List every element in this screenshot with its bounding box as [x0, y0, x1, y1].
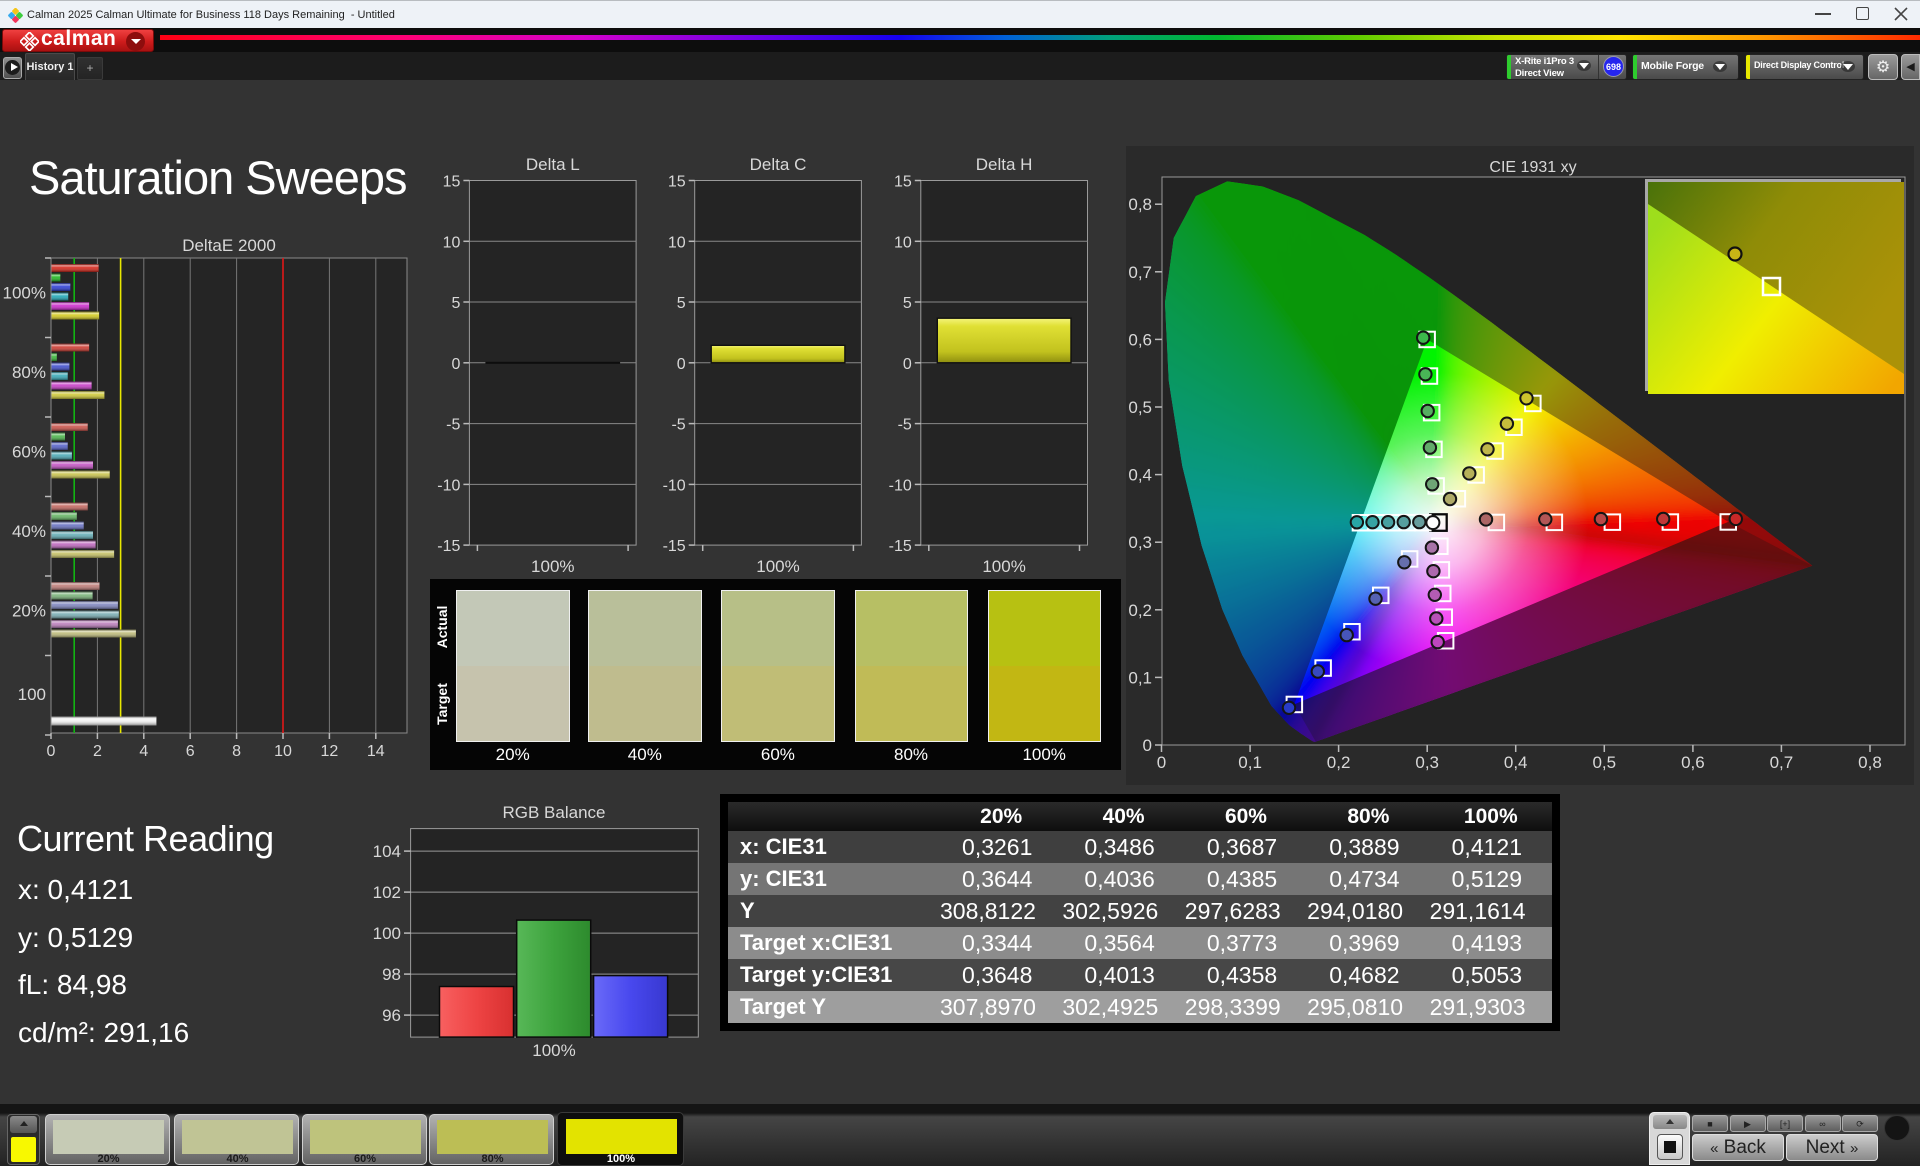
svg-text:0: 0 — [1157, 753, 1166, 772]
svg-text:Delta H: Delta H — [976, 155, 1033, 174]
svg-text:0,8: 0,8 — [1858, 753, 1882, 772]
svg-text:0,3: 0,3 — [1128, 533, 1152, 552]
svg-text:0,5: 0,5 — [1592, 753, 1616, 772]
svg-text:-15: -15 — [663, 538, 686, 555]
svg-text:10: 10 — [668, 234, 686, 251]
svg-text:0: 0 — [903, 356, 912, 373]
svg-text:0,8: 0,8 — [1128, 195, 1152, 214]
svg-text:6: 6 — [186, 743, 195, 760]
svg-text:0,1: 0,1 — [1238, 753, 1262, 772]
svg-text:96: 96 — [382, 1006, 401, 1025]
svg-text:0: 0 — [47, 743, 56, 760]
svg-text:15: 15 — [668, 174, 686, 191]
svg-text:8: 8 — [232, 743, 241, 760]
svg-text:0,2: 0,2 — [1128, 601, 1152, 620]
svg-text:2: 2 — [93, 743, 102, 760]
svg-text:0,5: 0,5 — [1128, 398, 1152, 417]
svg-text:0: 0 — [677, 356, 686, 373]
svg-text:-10: -10 — [437, 477, 460, 494]
svg-text:104: 104 — [373, 842, 401, 861]
svg-text:60%: 60% — [12, 443, 46, 462]
svg-text:15: 15 — [894, 174, 912, 191]
svg-text:12: 12 — [321, 743, 339, 760]
svg-text:RGB Balance: RGB Balance — [503, 803, 606, 822]
svg-text:100%: 100% — [531, 557, 574, 576]
svg-text:5: 5 — [903, 295, 912, 312]
svg-text:102: 102 — [373, 883, 401, 902]
svg-text:0: 0 — [1143, 736, 1152, 755]
svg-text:-5: -5 — [671, 417, 685, 434]
svg-text:14: 14 — [367, 743, 385, 760]
svg-text:Delta C: Delta C — [750, 155, 807, 174]
svg-text:0,7: 0,7 — [1770, 753, 1794, 772]
svg-text:0,1: 0,1 — [1128, 668, 1152, 687]
svg-text:100: 100 — [373, 924, 401, 943]
svg-text:4: 4 — [139, 743, 148, 760]
svg-text:DeltaE 2000: DeltaE 2000 — [182, 236, 276, 255]
svg-text:100%: 100% — [532, 1041, 575, 1060]
svg-text:Delta L: Delta L — [526, 155, 580, 174]
svg-text:0,4: 0,4 — [1504, 753, 1528, 772]
svg-text:0,7: 0,7 — [1128, 263, 1152, 282]
svg-text:0: 0 — [451, 356, 460, 373]
svg-text:10: 10 — [274, 743, 292, 760]
svg-text:-10: -10 — [663, 477, 686, 494]
svg-text:15: 15 — [443, 174, 461, 191]
svg-text:0,2: 0,2 — [1327, 753, 1351, 772]
svg-text:98: 98 — [382, 965, 401, 984]
svg-text:-15: -15 — [889, 538, 912, 555]
svg-text:-5: -5 — [898, 417, 912, 434]
svg-text:10: 10 — [443, 234, 461, 251]
svg-text:20%: 20% — [12, 602, 46, 621]
svg-text:40%: 40% — [12, 522, 46, 541]
svg-text:5: 5 — [677, 295, 686, 312]
svg-text:100: 100 — [18, 685, 46, 704]
svg-text:-15: -15 — [437, 538, 460, 555]
svg-text:0,4: 0,4 — [1128, 466, 1152, 485]
svg-text:-10: -10 — [889, 477, 912, 494]
svg-text:100%: 100% — [982, 557, 1025, 576]
svg-text:10: 10 — [894, 234, 912, 251]
svg-text:0,6: 0,6 — [1128, 330, 1152, 349]
svg-text:-5: -5 — [446, 417, 460, 434]
svg-text:5: 5 — [451, 295, 460, 312]
svg-text:100%: 100% — [3, 284, 46, 303]
svg-text:CIE 1931 xy: CIE 1931 xy — [1489, 159, 1576, 176]
svg-text:80%: 80% — [12, 363, 46, 382]
svg-text:100%: 100% — [756, 557, 799, 576]
svg-text:0,6: 0,6 — [1681, 753, 1705, 772]
svg-text:0,3: 0,3 — [1415, 753, 1439, 772]
